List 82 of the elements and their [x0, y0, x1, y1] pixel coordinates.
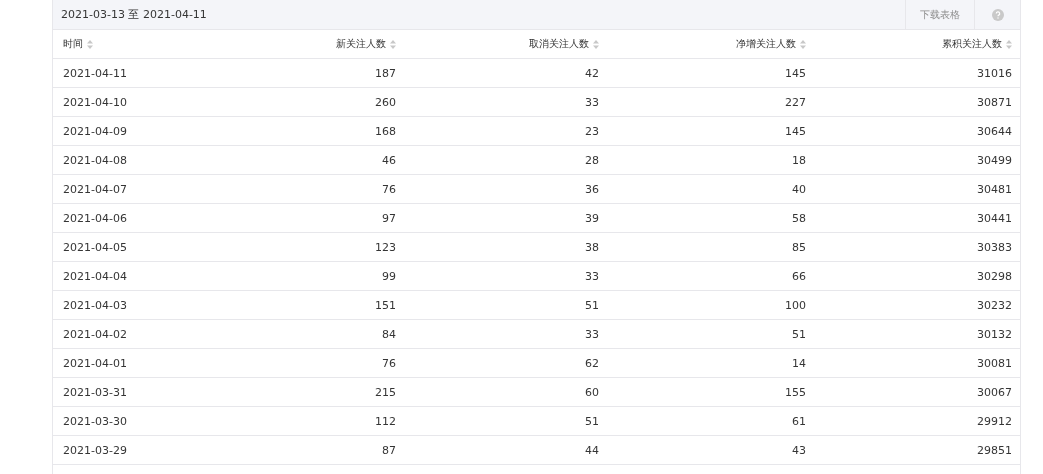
table-cell-text: 76 — [381, 356, 397, 370]
table-cell-text: 29912 — [976, 414, 1013, 428]
table-cell-text: 33 — [584, 95, 600, 109]
table-cell-text: 33 — [584, 269, 600, 283]
sort-icon — [390, 39, 396, 49]
table-cell-text: 30481 — [976, 182, 1013, 196]
table-cell-text: 60 — [584, 385, 600, 399]
column-header[interactable]: 时间 — [53, 37, 198, 51]
table-cell-text: 2021-04-04 — [62, 269, 128, 283]
table-cell-text: 18 — [791, 153, 807, 167]
table-cell-text: 2021-04-01 — [62, 356, 128, 370]
table-cell-text: 44 — [584, 443, 600, 457]
table-cell-text: 39 — [584, 211, 600, 225]
table-cell-text: 66 — [791, 269, 807, 283]
table-cell-text: 30298 — [976, 269, 1013, 283]
table-cell-text: 30132 — [976, 327, 1013, 341]
table-cell-text: 43 — [791, 443, 807, 457]
table-cell-text: 227 — [784, 95, 807, 109]
table-cell-text: 30232 — [976, 298, 1013, 312]
table-cell-text: 33 — [584, 327, 600, 341]
column-header[interactable]: 新关注人数 — [198, 37, 406, 51]
table-cell-text: 30441 — [976, 211, 1013, 225]
table-cell-text: 51 — [791, 327, 807, 341]
table-cell-text: 100 — [784, 298, 807, 312]
table-cell-text: 2021-03-30 — [62, 414, 128, 428]
table-cell-text: 155 — [784, 385, 807, 399]
table-cell-text: 112 — [374, 414, 397, 428]
table-cell-text: 84 — [381, 327, 397, 341]
sort-icon — [1006, 39, 1012, 49]
sort-icon — [593, 39, 599, 49]
table-cell-text: 14 — [791, 356, 807, 370]
table-cell-text: 30067 — [976, 385, 1013, 399]
help-icon[interactable] — [991, 8, 1004, 21]
table-cell-text: 2021-04-07 — [62, 182, 128, 196]
date-range: 2021-03-13 至 2021-04-11 — [60, 7, 208, 22]
table-cell-text: 58 — [791, 211, 807, 225]
table-cell-text: 99 — [381, 269, 397, 283]
table-cell-text: 2021-04-11 — [62, 66, 128, 80]
table-cell-text: 46 — [381, 153, 397, 167]
table-cell-text: 51 — [584, 298, 600, 312]
table-cell-text: 2021-04-08 — [62, 153, 128, 167]
sort-icon — [87, 39, 93, 49]
column-header[interactable]: 累积关注人数 — [816, 37, 1021, 51]
table-cell-text: 2021-04-03 — [62, 298, 128, 312]
table-cell-text: 30383 — [976, 240, 1013, 254]
table-cell-text: 62 — [584, 356, 600, 370]
table-cell-text: 30081 — [976, 356, 1013, 370]
table-cell-text: 87 — [381, 443, 397, 457]
table-cell-text: 28 — [584, 153, 600, 167]
table-cell-text: 30644 — [976, 124, 1013, 138]
table-cell-text: 2021-04-09 — [62, 124, 128, 138]
table-cell-text: 36 — [584, 182, 600, 196]
table-cell-text: 30871 — [976, 95, 1013, 109]
table-cell-text: 97 — [381, 211, 397, 225]
table-cell-text: 187 — [374, 66, 397, 80]
table-cell-text: 2021-03-31 — [62, 385, 128, 399]
table-cell-text: 145 — [784, 66, 807, 80]
table-cell-text: 85 — [791, 240, 807, 254]
table-cell-text: 215 — [374, 385, 397, 399]
table-cell-text: 23 — [584, 124, 600, 138]
table-cell-text: 2021-04-02 — [62, 327, 128, 341]
table-cell-text: 260 — [374, 95, 397, 109]
column-header[interactable]: 净增关注人数 — [609, 37, 816, 51]
table-cell-text: 168 — [374, 124, 397, 138]
table-cell-text: 2021-04-05 — [62, 240, 128, 254]
table-cell-text: 30499 — [976, 153, 1013, 167]
table-cell-text: 31016 — [976, 66, 1013, 80]
table-cell-text: 42 — [584, 66, 600, 80]
table-cell-text: 61 — [791, 414, 807, 428]
table-cell-text: 2021-03-29 — [62, 443, 128, 457]
table-cell-text: 38 — [584, 240, 600, 254]
table-cell-text: 76 — [381, 182, 397, 196]
table-cell-text: 29851 — [976, 443, 1013, 457]
sort-icon — [800, 39, 806, 49]
column-header[interactable]: 取消关注人数 — [406, 37, 609, 51]
table-cell-text: 51 — [584, 414, 600, 428]
table-cell-text: 2021-04-10 — [62, 95, 128, 109]
table-cell-text: 40 — [791, 182, 807, 196]
table-cell-text: 151 — [374, 298, 397, 312]
table-cell-text: 145 — [784, 124, 807, 138]
table-cell-text: 123 — [374, 240, 397, 254]
table-cell-text: 2021-04-06 — [62, 211, 128, 225]
